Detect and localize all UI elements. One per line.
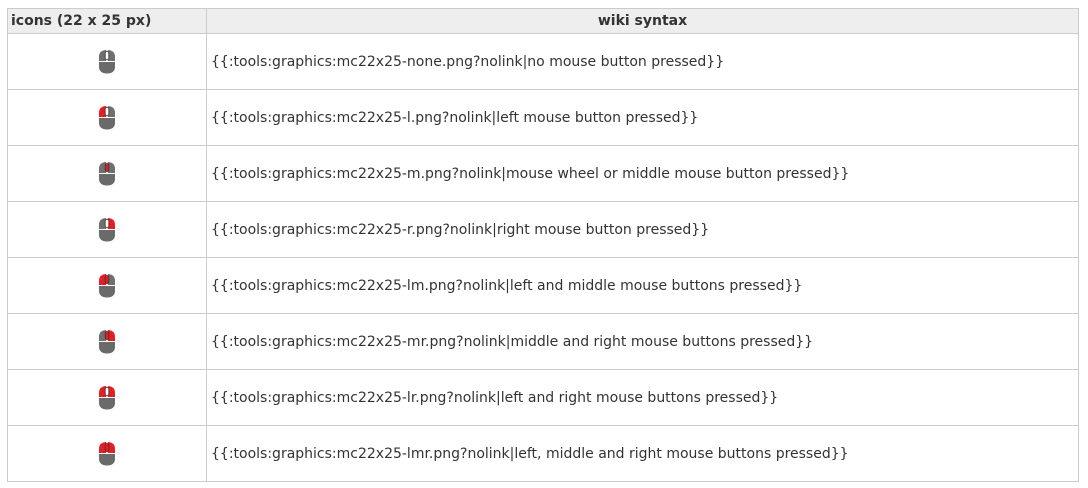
mouse-wheel [104,163,110,172]
wiki-syntax-cell: {{:tools:graphics:mc22x25-lr.png?nolink|… [206,369,1079,426]
header-icons: icons (22 x 25 px) [7,8,207,34]
mouse-wheel [104,219,110,228]
icon-cell [7,313,207,370]
wiki-syntax-cell: {{:tools:graphics:mc22x25-lmr.png?nolink… [206,425,1079,482]
mouse-middle-right-buttons-icon [99,330,115,354]
mouse-left-right-buttons-icon [99,386,115,410]
mouse-all-buttons-icon [99,442,115,466]
mouse-wheel [104,51,110,60]
mouse-wheel [104,107,110,116]
table-row: {{:tools:graphics:mc22x25-mr.png?nolink|… [7,313,1079,370]
table-body: {{:tools:graphics:mc22x25-none.png?nolin… [7,33,1079,482]
mouse-left-button-icon [99,106,115,130]
wiki-syntax-cell: {{:tools:graphics:mc22x25-l.png?nolink|l… [206,89,1079,146]
table-row: {{:tools:graphics:mc22x25-lmr.png?nolink… [7,425,1079,482]
mouse-wheel [104,387,110,396]
mouse-body [99,118,115,130]
mouse-left-middle-buttons-icon [99,274,115,298]
table-row: {{:tools:graphics:mc22x25-l.png?nolink|l… [7,89,1079,146]
mouse-right-button-icon [99,218,115,242]
mouse-body [99,230,115,242]
mouse-icons-table: icons (22 x 25 px) wiki syntax {{:tools:… [7,8,1079,482]
mouse-wheel [104,275,110,284]
header-wiki-syntax: wiki syntax [206,8,1079,34]
mouse-body [99,398,115,410]
icon-cell [7,425,207,482]
table-row: {{:tools:graphics:mc22x25-none.png?nolin… [7,33,1079,90]
wiki-syntax-cell: {{:tools:graphics:mc22x25-none.png?nolin… [206,33,1079,90]
icon-cell [7,201,207,258]
table-row: {{:tools:graphics:mc22x25-r.png?nolink|r… [7,201,1079,258]
icon-cell [7,145,207,202]
mouse-body [99,286,115,298]
mouse-middle-button-icon [99,162,115,186]
table-header-row: icons (22 x 25 px) wiki syntax [7,8,1079,34]
wiki-syntax-cell: {{:tools:graphics:mc22x25-mr.png?nolink|… [206,313,1079,370]
mouse-no-button-icon [99,50,115,74]
icon-cell [7,369,207,426]
table-row: {{:tools:graphics:mc22x25-lr.png?nolink|… [7,369,1079,426]
icon-cell [7,33,207,90]
mouse-body [99,454,115,466]
wiki-syntax-cell: {{:tools:graphics:mc22x25-lm.png?nolink|… [206,257,1079,314]
mouse-wheel [104,331,110,340]
mouse-body [99,174,115,186]
mouse-wheel [104,443,110,452]
table-row: {{:tools:graphics:mc22x25-lm.png?nolink|… [7,257,1079,314]
table-row: {{:tools:graphics:mc22x25-m.png?nolink|m… [7,145,1079,202]
mouse-body [99,342,115,354]
icon-cell [7,257,207,314]
wiki-syntax-cell: {{:tools:graphics:mc22x25-r.png?nolink|r… [206,201,1079,258]
wiki-syntax-cell: {{:tools:graphics:mc22x25-m.png?nolink|m… [206,145,1079,202]
mouse-body [99,62,115,74]
icon-cell [7,89,207,146]
